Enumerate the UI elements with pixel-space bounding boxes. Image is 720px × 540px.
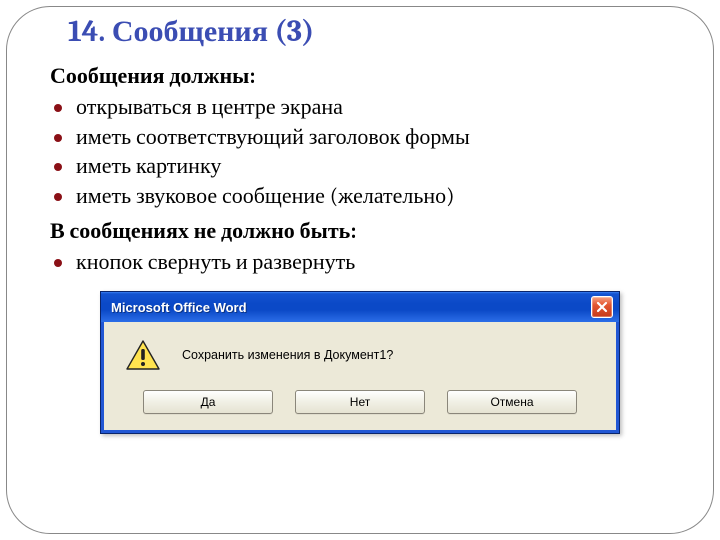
no-button[interactable]: Нет xyxy=(295,390,425,414)
dialog-caption: Microsoft Office Word xyxy=(111,300,591,315)
subhead-mustnot: В сообщениях не должно быть: xyxy=(50,218,670,244)
dialog-titlebar: Microsoft Office Word xyxy=(101,292,619,322)
slide-content: 14. Сообщения (3) Сообщения должны: откр… xyxy=(0,0,720,434)
message-dialog: Microsoft Office Word Сохрани xyxy=(100,291,620,434)
dialog-message-row: Сохранить изменения в Документ1? xyxy=(122,340,598,370)
list-item: открываться в центре экрана xyxy=(50,93,670,123)
warning-icon xyxy=(126,340,160,370)
list-item: иметь картинку xyxy=(50,152,670,182)
close-icon xyxy=(596,301,608,313)
bullets-must: открываться в центре экрана иметь соотве… xyxy=(50,93,670,212)
list-item: кнопок свернуть и развернуть xyxy=(50,248,670,278)
subhead-must: Сообщения должны: xyxy=(50,63,670,89)
close-button[interactable] xyxy=(591,296,613,318)
slide-title: 14. Сообщения (3) xyxy=(68,14,670,49)
bullets-mustnot: кнопок свернуть и развернуть xyxy=(50,248,670,278)
cancel-button[interactable]: Отмена xyxy=(447,390,577,414)
dialog-body: Сохранить изменения в Документ1? Да Нет … xyxy=(101,322,619,433)
yes-button[interactable]: Да xyxy=(143,390,273,414)
list-item: иметь соответствующий заголовок формы xyxy=(50,123,670,153)
dialog-button-row: Да Нет Отмена xyxy=(122,390,598,414)
dialog-message: Сохранить изменения в Документ1? xyxy=(182,348,393,362)
list-item: иметь звуковое сообщение (желательно) xyxy=(50,182,670,212)
